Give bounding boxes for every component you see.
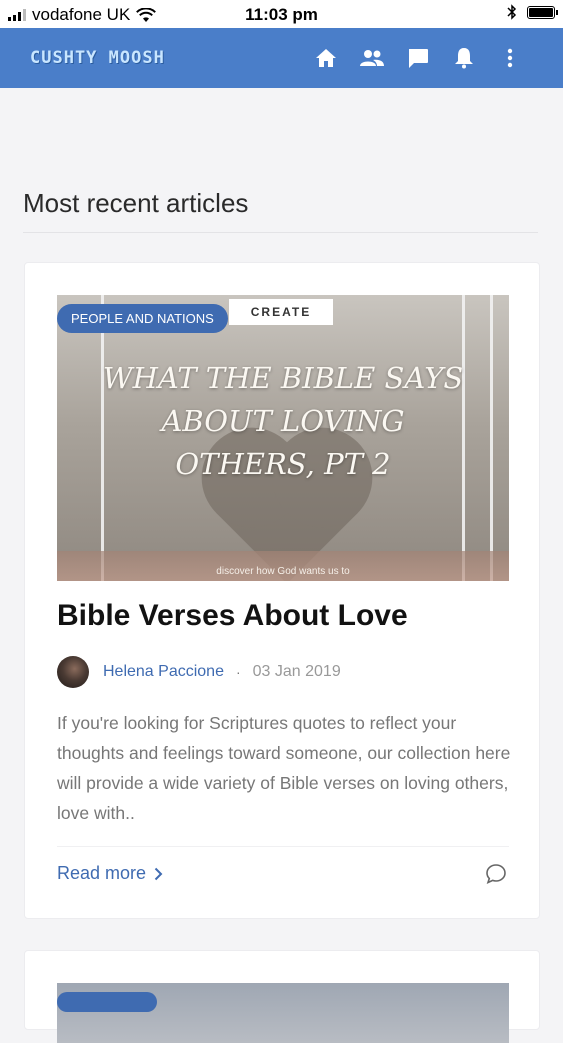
bell-icon xyxy=(455,48,473,69)
status-right xyxy=(507,4,558,20)
category-badge[interactable]: PEOPLE AND NATIONS xyxy=(57,304,228,333)
section-divider xyxy=(23,232,538,233)
more-vert-icon xyxy=(507,48,513,68)
card-divider xyxy=(57,846,509,847)
read-more-link[interactable]: Read more xyxy=(57,863,163,884)
article-excerpt: If you're looking for Scriptures quotes … xyxy=(57,713,511,823)
category-badge[interactable] xyxy=(57,992,157,1012)
status-time: 11:03 pm xyxy=(245,5,318,24)
author-name[interactable]: Helena Paccione xyxy=(103,663,224,681)
article-date: 03 Jan 2019 xyxy=(252,663,341,680)
comment-icon xyxy=(486,864,506,884)
status-bar: vodafone UK 11:03 pm xyxy=(0,0,563,28)
chevron-right-icon xyxy=(154,867,163,880)
app-bar: CUSHTY MOOSH xyxy=(0,28,563,88)
section-title: Most recent articles xyxy=(23,188,249,218)
avatar[interactable] xyxy=(57,656,89,688)
more-button[interactable] xyxy=(487,43,533,73)
battery-icon xyxy=(527,5,558,19)
article-title[interactable]: Bible Verses About Love xyxy=(57,599,408,633)
article-card[interactable] xyxy=(24,950,540,1043)
image-tag: CREATE xyxy=(229,299,333,325)
notifications-button[interactable] xyxy=(441,43,487,73)
image-line xyxy=(490,295,493,581)
home-icon xyxy=(316,49,336,67)
home-button[interactable] xyxy=(303,43,349,73)
read-more-label: Read more xyxy=(57,863,147,883)
nav-icons xyxy=(303,43,533,73)
site-logo[interactable]: CUSHTY MOOSH xyxy=(30,48,165,68)
image-subtitle: discover how God wants us to xyxy=(216,566,350,577)
people-icon xyxy=(360,50,384,66)
author-row: Helena Paccione · 03 Jan 2019 xyxy=(57,656,341,688)
image-title: WHAT THE BIBLE SAYS ABOUT LOVING OTHERS,… xyxy=(102,361,464,481)
chat-icon xyxy=(409,48,428,68)
messages-button[interactable] xyxy=(395,43,441,73)
meta-separator: · xyxy=(235,664,241,680)
people-button[interactable] xyxy=(349,43,395,73)
article-image[interactable]: CREATE WHAT THE BIBLE SAYS ABOUT LOVING … xyxy=(57,295,509,581)
article-card[interactable]: CREATE WHAT THE BIBLE SAYS ABOUT LOVING … xyxy=(24,262,540,919)
comment-button[interactable] xyxy=(485,863,509,887)
bluetooth-icon xyxy=(507,4,517,20)
